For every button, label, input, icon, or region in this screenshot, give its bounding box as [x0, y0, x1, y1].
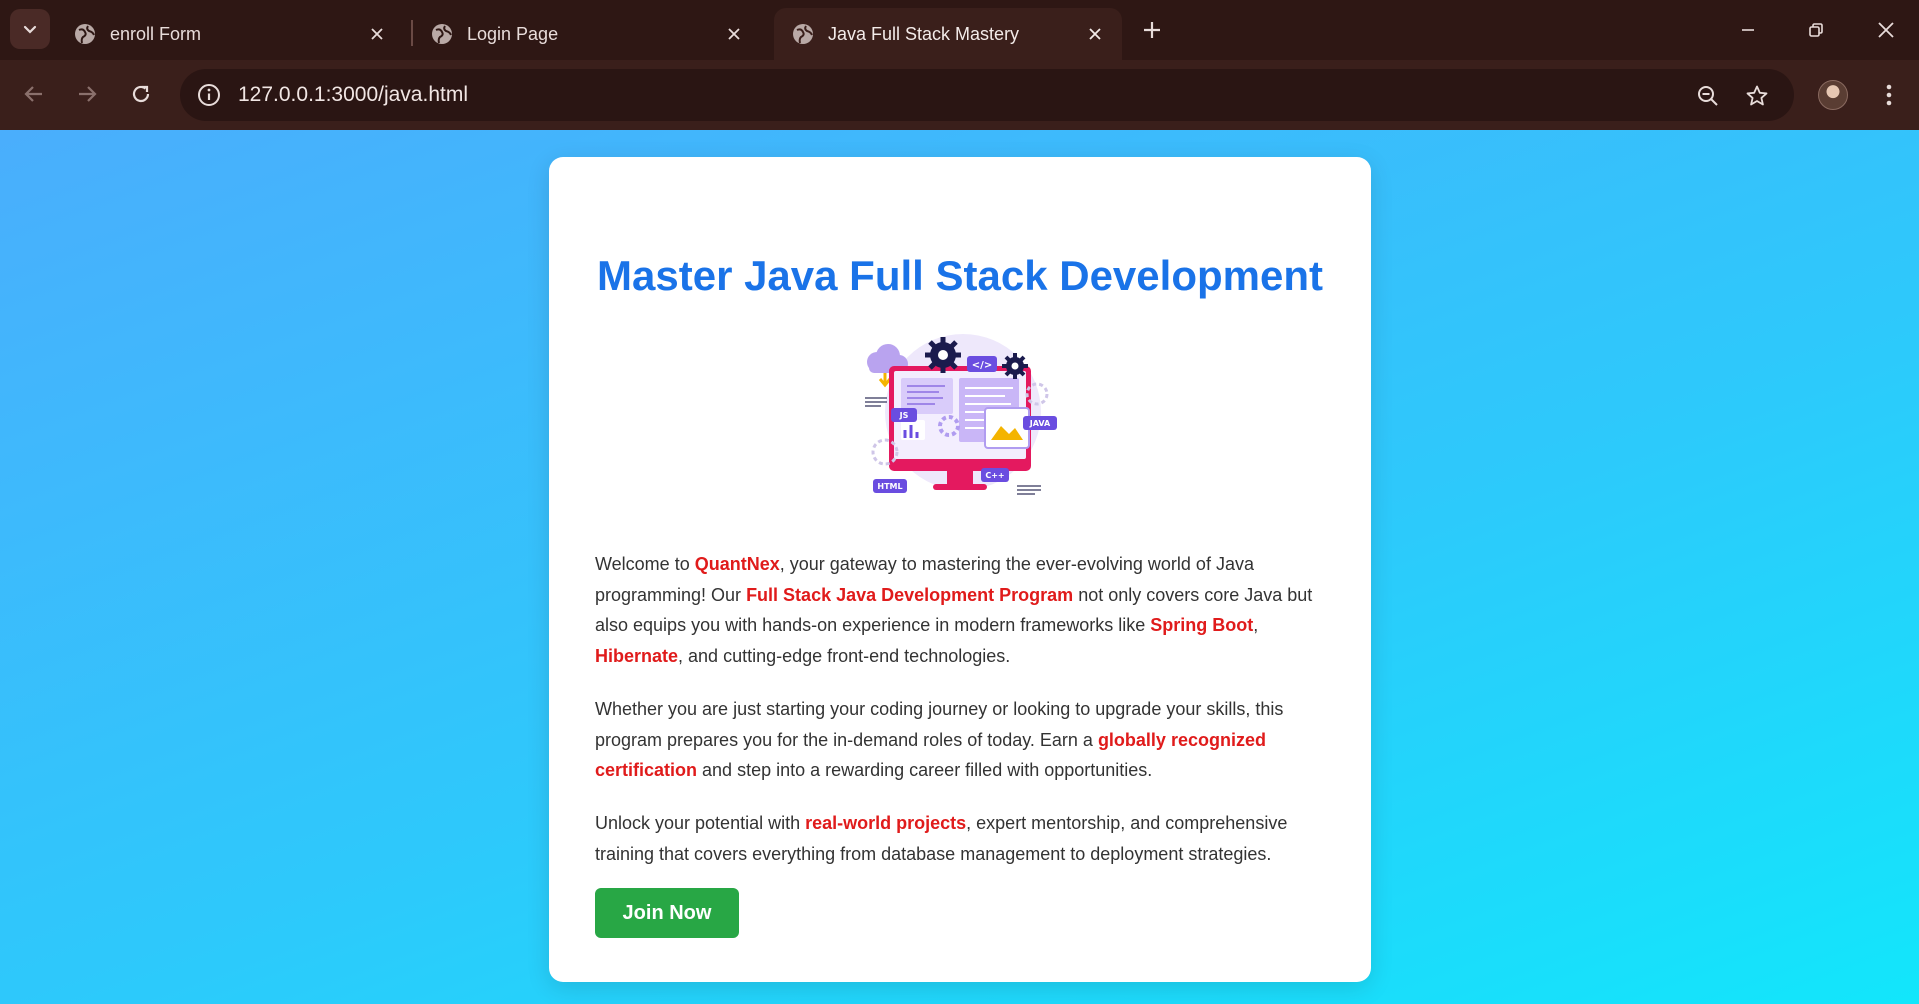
- back-button[interactable]: [14, 74, 54, 114]
- paragraph-text: Welcome to: [595, 554, 695, 574]
- close-window-button[interactable]: [1866, 10, 1906, 50]
- forward-button[interactable]: [67, 74, 107, 114]
- badge-html: HTML: [877, 482, 902, 491]
- globe-icon: [75, 24, 95, 44]
- close-icon[interactable]: [721, 21, 747, 47]
- browser-chrome: enroll Form Login Page Java Full Stack M…: [0, 0, 1919, 130]
- minimize-icon: [1742, 29, 1754, 31]
- paragraph-text: , and cutting-edge front-end technologie…: [678, 645, 1011, 666]
- highlight-hibernate: Hibernate: [595, 645, 679, 666]
- badge-java: JAVA: [1029, 419, 1051, 428]
- join-now-button[interactable]: Join Now: [595, 888, 739, 938]
- zoom-button[interactable]: [1694, 82, 1722, 110]
- highlight-quantnex: QuantNex: [694, 554, 780, 574]
- intro-paragraph: Welcome to QuantNex, your gateway to mas…: [595, 549, 1325, 671]
- close-icon: [1878, 22, 1894, 38]
- paragraph-text: Unlock your potential with: [595, 813, 806, 833]
- tab-enroll-form[interactable]: enroll Form: [56, 8, 404, 60]
- highlight-program: Full Stack Java Development Program: [746, 584, 1074, 605]
- highlight-projects: real-world projects: [805, 813, 967, 833]
- tab-title: enroll Form: [110, 23, 202, 44]
- page-title: Master Java Full Stack Development: [597, 252, 1323, 299]
- info-icon[interactable]: [196, 82, 222, 108]
- gear-icon: [925, 337, 961, 373]
- profile-avatar[interactable]: [1818, 80, 1848, 110]
- address-bar[interactable]: 127.0.0.1:3000/java.html: [180, 69, 1794, 121]
- badge-code: </>: [972, 360, 992, 371]
- tab-title: Login Page: [467, 23, 559, 44]
- tab-title: Java Full Stack Mastery: [828, 23, 1020, 44]
- close-icon[interactable]: [1082, 21, 1108, 47]
- paragraph-text: ,: [1253, 615, 1259, 635]
- minimize-button[interactable]: [1728, 10, 1768, 50]
- restore-icon: [1809, 23, 1823, 37]
- zoom-out-icon: [1698, 86, 1718, 106]
- course-card: Master Java Full Stack Development </> J…: [549, 157, 1371, 982]
- browser-toolbar: 127.0.0.1:3000/java.html: [0, 60, 1919, 130]
- reload-icon: [132, 85, 150, 103]
- paragraph-text: and step into a rewarding career filled …: [697, 760, 1153, 780]
- page-viewport: Master Java Full Stack Development </> J…: [0, 130, 1919, 1004]
- tab-search-button[interactable]: [10, 9, 50, 49]
- tab-java-full-stack[interactable]: Java Full Stack Mastery: [774, 8, 1122, 60]
- chevron-down-icon: [23, 25, 37, 34]
- plus-icon: [1144, 22, 1160, 38]
- reload-button[interactable]: [121, 74, 161, 114]
- more-vertical-icon: [1886, 84, 1892, 106]
- globe-icon: [793, 24, 813, 44]
- developer-illustration: </> JS JAVA C++ HTML: [865, 334, 1057, 495]
- globe-icon: [432, 24, 452, 44]
- new-tab-button[interactable]: [1136, 14, 1168, 46]
- url-text: 127.0.0.1:3000/java.html: [238, 83, 468, 106]
- restore-button[interactable]: [1796, 10, 1836, 50]
- bookmark-button[interactable]: [1743, 82, 1771, 110]
- arrow-right-icon: [79, 86, 97, 102]
- badge-js: JS: [899, 411, 909, 420]
- tab-login-page[interactable]: Login Page: [413, 8, 761, 60]
- close-icon[interactable]: [364, 21, 390, 47]
- projects-paragraph: Unlock your potential with real-world pr…: [595, 808, 1325, 869]
- badge-cpp: C++: [985, 471, 1004, 480]
- arrow-left-icon: [24, 86, 42, 102]
- browser-menu-button[interactable]: [1872, 78, 1906, 112]
- tab-strip: enroll Form Login Page Java Full Stack M…: [0, 0, 1919, 60]
- career-paragraph: Whether you are just starting your codin…: [595, 694, 1325, 786]
- highlight-spring-boot: Spring Boot: [1150, 615, 1254, 635]
- star-icon: [1746, 85, 1768, 106]
